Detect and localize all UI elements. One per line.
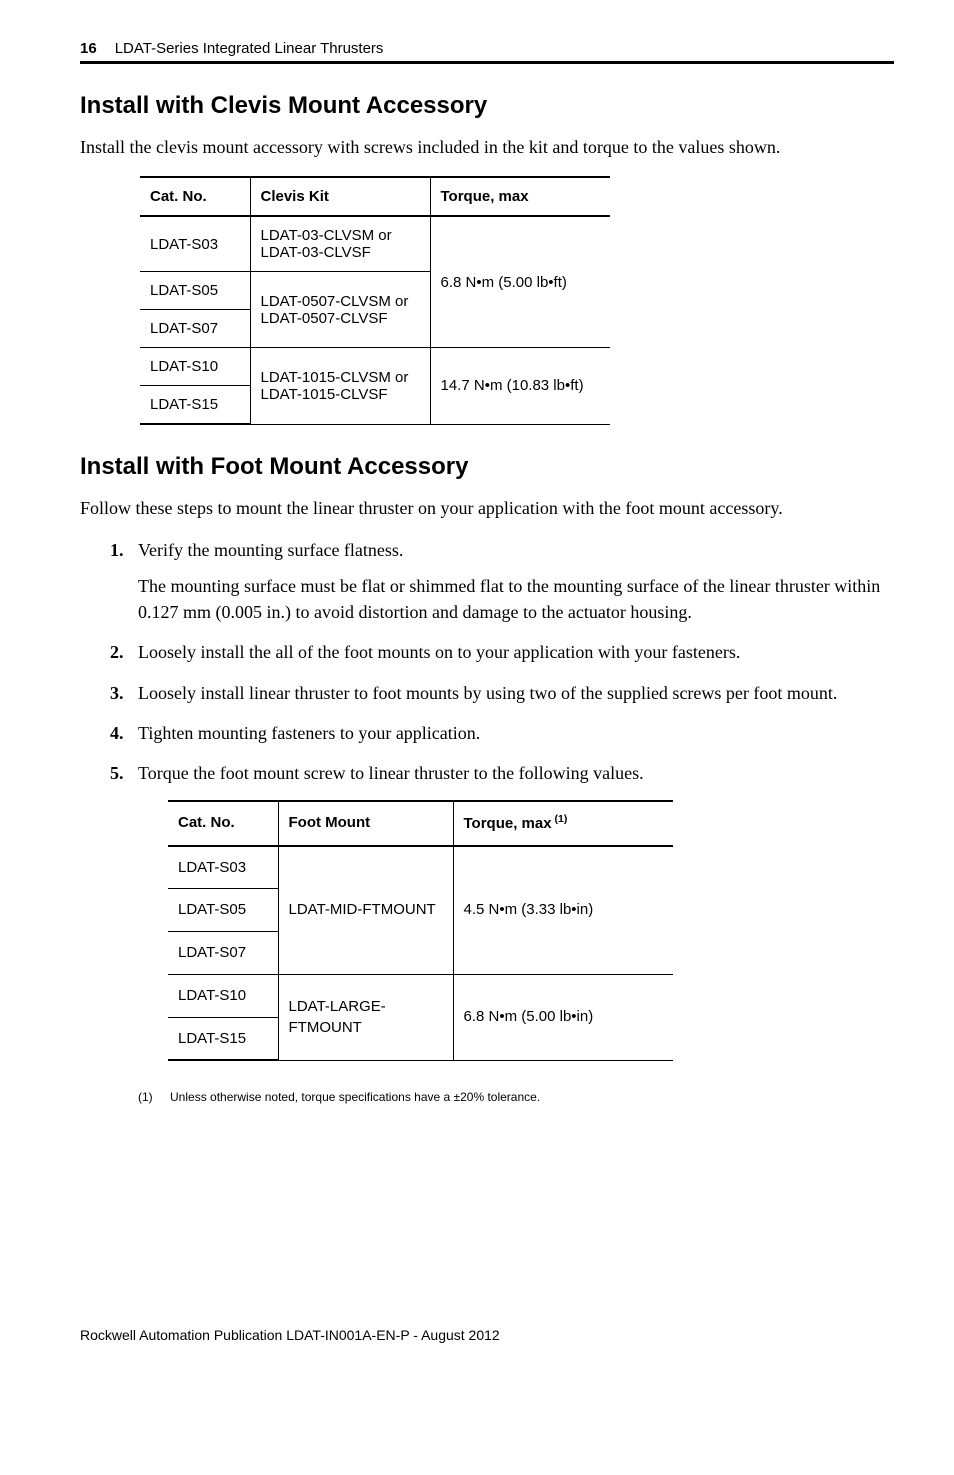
page-header: 16 LDAT-Series Integrated Linear Thruste… [80,40,894,57]
th-torque: Torque, max [430,177,610,216]
clevis-table: Cat. No. Clevis Kit Torque, max LDAT-S03… [140,176,610,425]
cell-catno: LDAT-S07 [140,310,250,348]
cell-catno: LDAT-S15 [140,386,250,425]
cell-kit: LDAT-1015-CLVSM or LDAT-1015-CLVSF [250,348,430,425]
cell-catno: LDAT-S15 [168,1017,278,1060]
th-kit: Clevis Kit [250,177,430,216]
publication-title: LDAT-Series Integrated Linear Thrusters [115,40,384,57]
step-1: Verify the mounting surface flatness. Th… [110,537,894,625]
th-catno: Cat. No. [168,801,278,846]
footnote-num: (1) [138,1090,153,1104]
cell-catno: LDAT-S07 [168,932,278,975]
table-row: LDAT-S03 LDAT-03-CLVSM or LDAT-03-CLVSF … [140,216,610,272]
cell-catno: LDAT-S10 [140,348,250,386]
cell-torque: 4.5 N•m (3.33 lb•in) [453,846,673,975]
section2-heading: Install with Foot Mount Accessory [80,453,894,481]
cell-catno: LDAT-S10 [168,974,278,1017]
cell-catno: LDAT-S03 [168,846,278,889]
cell-catno: LDAT-S03 [140,216,250,272]
section2-intro: Follow these steps to mount the linear t… [80,495,894,521]
cell-foot: LDAT-MID-FTMOUNT [278,846,453,975]
step-4: Tighten mounting fasteners to your appli… [110,720,894,746]
table-row: LDAT-S10 LDAT-LARGE-FTMOUNT 6.8 N•m (5.0… [168,974,673,1017]
step-text: Verify the mounting surface flatness. [138,540,403,560]
cell-foot: LDAT-LARGE-FTMOUNT [278,974,453,1060]
step-3: Loosely install linear thruster to foot … [110,680,894,706]
foot-table: Cat. No. Foot Mount Torque, max (1) LDAT… [168,800,673,1062]
section1-heading: Install with Clevis Mount Accessory [80,92,894,120]
cell-torque: 6.8 N•m (5.00 lb•in) [453,974,673,1060]
cell-kit: LDAT-03-CLVSM or LDAT-03-CLVSF [250,216,430,272]
th-torque: Torque, max (1) [453,801,673,846]
cell-torque: 6.8 N•m (5.00 lb•ft) [430,216,610,348]
footnote-text: Unless otherwise noted, torque specifica… [170,1090,540,1104]
steps-list: Verify the mounting surface flatness. Th… [110,537,894,1107]
step-subtext: The mounting surface must be flat or shi… [138,573,894,625]
cell-kit: LDAT-0507-CLVSM or LDAT-0507-CLVSF [250,272,430,348]
footnote: (1) Unless otherwise noted, torque speci… [138,1089,894,1106]
footer-publication: Rockwell Automation Publication LDAT-IN0… [80,1327,894,1343]
step-text: Torque the foot mount screw to linear th… [138,763,644,783]
table-row: LDAT-S10 LDAT-1015-CLVSM or LDAT-1015-CL… [140,348,610,386]
step-5: Torque the foot mount screw to linear th… [110,760,894,1107]
cell-torque: 14.7 N•m (10.83 lb•ft) [430,348,610,425]
header-rule [80,61,894,64]
step-text: Loosely install the all of the foot moun… [138,642,740,662]
th-foot: Foot Mount [278,801,453,846]
cell-catno: LDAT-S05 [168,889,278,932]
step-2: Loosely install the all of the foot moun… [110,639,894,665]
table-row: LDAT-S03 LDAT-MID-FTMOUNT 4.5 N•m (3.33 … [168,846,673,889]
step-text: Tighten mounting fasteners to your appli… [138,723,480,743]
step-text: Loosely install linear thruster to foot … [138,683,837,703]
page-number: 16 [80,40,97,57]
th-catno: Cat. No. [140,177,250,216]
section1-intro: Install the clevis mount accessory with … [80,134,894,160]
cell-catno: LDAT-S05 [140,272,250,310]
